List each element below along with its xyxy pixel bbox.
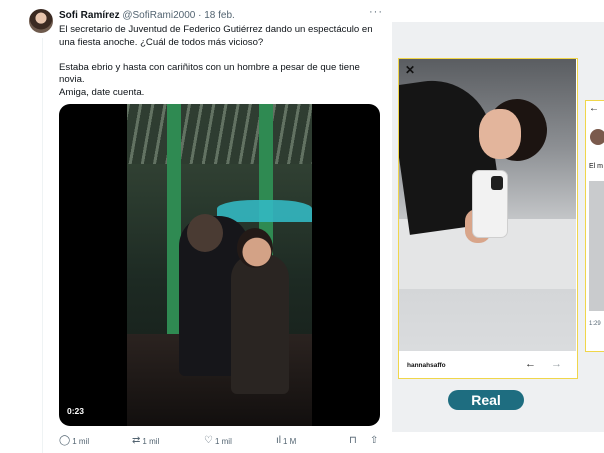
tweet-actions: ◯ 1 mil ⇄ 1 mil ♡ 1 mil ıl 1 M ⊓ ⇧ (59, 436, 381, 448)
video-player[interactable]: 0:23 (59, 104, 380, 426)
more-options-icon[interactable]: ··· (369, 6, 383, 18)
tweet-paragraph: Amiga, date cuenta. (59, 86, 145, 98)
separator-dot: · (198, 10, 202, 21)
reply-count: 1 mil (72, 436, 90, 446)
next-arrow-icon[interactable]: → (551, 358, 562, 370)
share-icon: ⇧ (370, 435, 379, 446)
comment-icon: ◯ (59, 435, 71, 446)
avatar[interactable] (29, 9, 53, 33)
avatar (590, 129, 604, 145)
author-name[interactable]: Sofi Ramírez (59, 10, 120, 21)
retweet-count: 1 mil (142, 436, 160, 446)
views-count: 1 M (283, 436, 297, 446)
like-count: 1 mil (214, 436, 232, 446)
tweet-paragraph: Estaba ebrio y hasta con cariñitos con u… (59, 61, 360, 86)
video-frame (127, 104, 312, 426)
share-button[interactable]: ⇧ (370, 436, 378, 446)
bar-chart-icon: ıl (276, 435, 281, 446)
card-image (589, 181, 604, 311)
story-photo: ✕ (399, 59, 576, 351)
real-badge: Real (448, 390, 524, 410)
story-username[interactable]: hannahsaffo (407, 362, 446, 369)
secondary-card[interactable]: ← El m 1:29 (585, 100, 604, 352)
close-icon[interactable]: ✕ (405, 63, 415, 77)
reply-button[interactable]: ◯ 1 mil (59, 436, 89, 446)
bookmark-icon: ⊓ (349, 435, 357, 446)
retweet-icon: ⇄ (132, 435, 141, 446)
card-text: El m (589, 163, 603, 170)
tweet-header: Sofi Ramírez @SofiRami2000 · 18 feb. (59, 10, 235, 21)
tweet: Sofi Ramírez @SofiRami2000 · 18 feb. ···… (0, 0, 392, 453)
video-duration: 0:23 (67, 406, 85, 416)
story-card[interactable]: ✕ hannahsaffo ← → (398, 58, 578, 379)
prev-arrow-icon[interactable]: ← (525, 358, 536, 370)
thread-line (42, 38, 43, 453)
tweet-text: El secretario de Juventud de Federico Gu… (59, 24, 381, 99)
heart-icon: ♡ (204, 435, 213, 446)
comparison-panel: ✕ hannahsaffo ← → Real ← El m 1:29 (392, 0, 604, 453)
tweet-paragraph: El secretario de Juventud de Federico Gu… (59, 24, 373, 48)
card-time: 1:29 (589, 321, 601, 327)
bookmark-button[interactable]: ⊓ (349, 436, 357, 446)
back-arrow-icon[interactable]: ← (589, 103, 599, 114)
views-button[interactable]: ıl 1 M (276, 436, 296, 446)
retweet-button[interactable]: ⇄ 1 mil (132, 436, 159, 446)
like-button[interactable]: ♡ 1 mil (204, 436, 232, 446)
author-handle[interactable]: @SofiRami2000 (122, 10, 195, 21)
tweet-date[interactable]: 18 feb. (204, 10, 235, 21)
